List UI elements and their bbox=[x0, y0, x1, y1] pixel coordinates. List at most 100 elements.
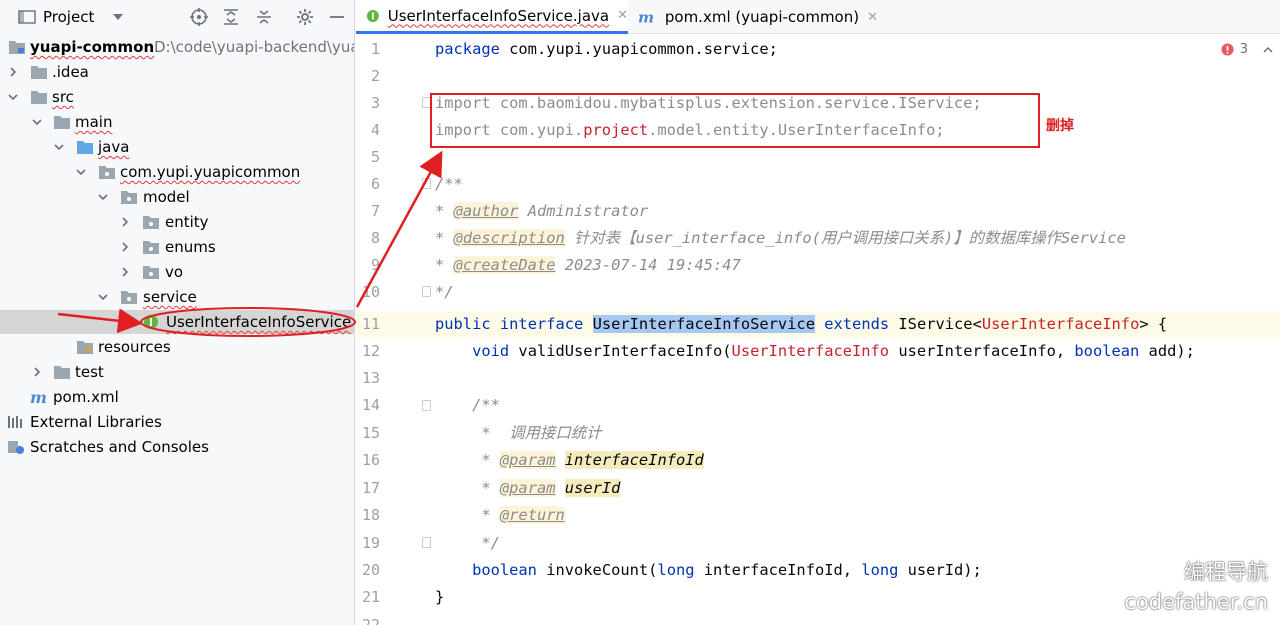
fold-marker[interactable] bbox=[422, 400, 431, 411]
fold-marker[interactable] bbox=[422, 537, 431, 548]
tree-item-external-libraries[interactable]: External Libraries bbox=[0, 410, 354, 434]
package-icon bbox=[143, 266, 159, 279]
tree-item-scratches[interactable]: Scratches and Consoles bbox=[0, 435, 354, 459]
fold-marker[interactable] bbox=[422, 178, 431, 189]
tree-item-idea[interactable]: .idea bbox=[0, 60, 354, 84]
maven-icon: m bbox=[638, 9, 654, 25]
code-line-21: } bbox=[435, 584, 444, 611]
code-line-4: import com.yupi.project.model.entity.Use… bbox=[435, 117, 945, 144]
line-number: 12 bbox=[361, 342, 380, 360]
folder-icon bbox=[54, 366, 70, 379]
tree-root-path: D:\code\yuapi-backend\yuapi-common bbox=[154, 38, 355, 56]
code-line-19: */ bbox=[435, 530, 500, 557]
package-icon bbox=[121, 291, 137, 304]
interface-icon bbox=[144, 315, 158, 329]
line-number: 13 bbox=[361, 369, 380, 387]
tree-item-main[interactable]: main bbox=[0, 110, 354, 134]
tree-item-entity[interactable]: entity bbox=[0, 210, 354, 234]
project-tool-window: Project yuapi-common D:\code\yuapi-backe… bbox=[0, 0, 355, 625]
code-token: add); bbox=[1139, 342, 1195, 360]
locate-icon[interactable] bbox=[190, 8, 208, 26]
code-token: * 调用接口统计 bbox=[472, 424, 602, 442]
tree-label-package: com.yupi.yuapicommon bbox=[120, 163, 301, 181]
tab-label: pom.xml (yuapi-common) bbox=[664, 8, 860, 26]
close-icon[interactable]: ✕ bbox=[867, 10, 878, 25]
code-line-18: * @return bbox=[435, 502, 565, 529]
minimize-icon[interactable] bbox=[328, 8, 346, 26]
line-number: 3 bbox=[370, 94, 380, 112]
code-token: interfaceInfoId, bbox=[694, 561, 862, 579]
code-token: com.yupi.yuapicommon.service; bbox=[499, 40, 778, 58]
code-token: /** bbox=[435, 175, 463, 193]
tab-user-interface-info-service[interactable]: UserInterfaceInfoService.java ✕ bbox=[356, 0, 628, 34]
code-area[interactable]: 1 2 3 4 5 6 7 8 9 10 11 12 13 14 15 16 1… bbox=[356, 34, 1280, 625]
line-number: 19 bbox=[361, 534, 380, 552]
code-doc-tag: @createDate bbox=[453, 256, 556, 274]
line-number: 20 bbox=[361, 561, 380, 579]
collapse-all-icon[interactable] bbox=[255, 8, 273, 26]
chevron-right-icon bbox=[34, 367, 41, 377]
code-token: extends bbox=[824, 315, 890, 333]
tree-label-vo: vo bbox=[165, 263, 184, 281]
tree-label-main: main bbox=[75, 113, 113, 131]
tree-label-scratches: Scratches and Consoles bbox=[30, 438, 209, 456]
code-token-unresolved: project bbox=[583, 121, 649, 139]
tree-item-enums[interactable]: enums bbox=[0, 235, 354, 259]
line-number: 21 bbox=[361, 588, 380, 606]
chevron-down-icon bbox=[54, 144, 64, 151]
line-number: 6 bbox=[370, 175, 380, 193]
editor-tab-bar: UserInterfaceInfoService.java ✕ m pom.xm… bbox=[356, 0, 1280, 34]
package-icon bbox=[143, 216, 159, 229]
code-doc-tag: @description bbox=[453, 229, 565, 247]
line-number: 11 bbox=[361, 315, 380, 333]
code-line-3: import com.baomidou.mybatisplus.extensio… bbox=[435, 90, 982, 117]
code-line-14: /** bbox=[435, 392, 500, 419]
code-token: void bbox=[472, 342, 510, 360]
code-token: * bbox=[472, 506, 500, 524]
package-icon bbox=[99, 166, 115, 179]
maven-icon: m bbox=[30, 389, 47, 405]
line-number: 15 bbox=[361, 424, 380, 442]
project-header: Project bbox=[0, 0, 354, 34]
code-token: boolean bbox=[1074, 342, 1140, 360]
code-line-9: * @createDate 2023-07-14 19:45:47 bbox=[435, 252, 741, 279]
chevron-down-icon bbox=[98, 294, 108, 301]
tree-label-pom: pom.xml bbox=[53, 388, 119, 406]
tree-label-model: model bbox=[143, 188, 190, 206]
expand-all-icon[interactable] bbox=[222, 8, 240, 26]
tree-item-package[interactable]: com.yupi.yuapicommon bbox=[0, 160, 354, 184]
code-line-11: public interface UserInterfaceInfoServic… bbox=[435, 311, 1167, 338]
tree-item-service-file[interactable]: UserInterfaceInfoService bbox=[0, 310, 354, 334]
tree-label-src: src bbox=[52, 88, 74, 106]
gear-icon[interactable] bbox=[296, 8, 314, 26]
tree-item-root[interactable]: yuapi-common D:\code\yuapi-backend\yuapi… bbox=[0, 35, 355, 59]
tree-item-model[interactable]: model bbox=[0, 185, 354, 209]
tree-item-test[interactable]: test bbox=[0, 360, 354, 384]
tab-pom-xml[interactable]: m pom.xml (yuapi-common) ✕ bbox=[638, 0, 878, 34]
tree-item-src[interactable]: src bbox=[0, 85, 354, 109]
source-folder-icon bbox=[77, 141, 93, 154]
tree-item-resources[interactable]: resources bbox=[0, 335, 354, 359]
code-selected-identifier: UserInterfaceInfoService bbox=[592, 315, 815, 333]
package-icon bbox=[143, 241, 159, 254]
tree-item-vo[interactable]: vo bbox=[0, 260, 354, 284]
close-icon[interactable]: ✕ bbox=[617, 8, 628, 23]
line-number: 18 bbox=[361, 506, 380, 524]
tree-label-test: test bbox=[75, 363, 104, 381]
code-line-15: * 调用接口统计 bbox=[435, 420, 602, 447]
tree-item-service[interactable]: service bbox=[0, 285, 354, 309]
code-line-10: */ bbox=[435, 279, 454, 306]
chevron-down-icon bbox=[76, 169, 86, 176]
fold-marker[interactable] bbox=[422, 97, 431, 108]
watermark: 编程导航 codefather.cn bbox=[1124, 557, 1268, 617]
project-view-selector[interactable]: Project bbox=[18, 7, 125, 27]
tree-item-pom[interactable]: m pom.xml bbox=[0, 385, 354, 409]
tree-label-idea: .idea bbox=[52, 63, 89, 81]
svg-text:m: m bbox=[638, 9, 654, 25]
code-line-6: /** bbox=[435, 171, 463, 198]
code-token: invokeCount( bbox=[536, 561, 658, 579]
code-line-17: * @param userId bbox=[435, 475, 621, 502]
annotation-label: 删掉 bbox=[1046, 118, 1074, 134]
tree-item-java[interactable]: java bbox=[0, 135, 354, 159]
fold-marker[interactable] bbox=[422, 286, 431, 297]
